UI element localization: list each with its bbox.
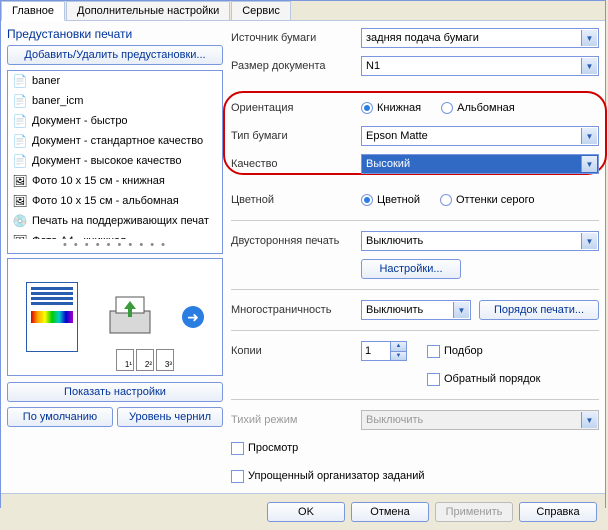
duplex-combo[interactable]: Выключить▼ <box>361 231 599 251</box>
quiet-mode-combo: Выключить▼ <box>361 410 599 430</box>
chevron-down-icon: ▼ <box>453 302 469 318</box>
checkbox-icon <box>231 470 244 483</box>
preset-item[interactable]: 📄 Документ - стандартное качество <box>8 131 222 151</box>
right-column: Источник бумаги задняя подача бумаги▼ Ра… <box>231 27 599 487</box>
checkbox-icon <box>427 345 440 358</box>
printer-icon <box>102 289 158 345</box>
disc-icon: 💿 <box>12 213 28 229</box>
doc-icon: 📄 <box>12 113 28 129</box>
reverse-order-checkbox[interactable]: Обратный порядок <box>427 373 540 386</box>
preset-item[interactable]: 🖼 Фото 10 x 15 см - альбомная <box>8 191 222 211</box>
chevron-down-icon: ▼ <box>581 233 597 249</box>
preset-label: Документ - высокое качество <box>32 155 181 167</box>
preset-list[interactable]: 📄 baner 📄 baner_icm 📄 Документ - быстро 📄 До… <box>7 70 223 254</box>
radio-icon <box>361 194 373 206</box>
preset-label: Фото 10 x 15 см - книжная <box>32 175 165 187</box>
collate-checkbox[interactable]: Подбор <box>427 345 483 358</box>
copies-spinner[interactable]: 1 ▲▼ <box>361 341 407 361</box>
preset-item[interactable]: 💿 Печать на поддерживающих печат <box>8 211 222 231</box>
cancel-button[interactable]: Отмена <box>351 502 429 522</box>
apply-button: Применить <box>435 502 513 522</box>
tab-advanced[interactable]: Дополнительные настройки <box>66 1 230 20</box>
color-color-radio[interactable]: Цветной <box>361 194 420 206</box>
preset-item[interactable]: 🖼Фото A4 - альбомная <box>8 251 222 254</box>
paper-source-combo[interactable]: задняя подача бумаги▼ <box>361 28 599 48</box>
add-remove-presets-button[interactable]: Добавить/Удалить предустановки... <box>7 45 223 65</box>
ok-button[interactable]: OK <box>267 502 345 522</box>
scroll-indicator[interactable]: • • • • • • • • • • <box>8 239 222 251</box>
checkbox-icon <box>231 442 244 455</box>
photo-icon: 🖼 <box>12 173 28 189</box>
ink-levels-button[interactable]: Уровень чернил <box>117 407 223 427</box>
photo-icon: 🖼 <box>12 193 28 209</box>
show-settings-button[interactable]: Показать настройки <box>7 382 223 402</box>
multipage-combo[interactable]: Выключить▼ <box>361 300 471 320</box>
checkbox-icon <box>427 373 440 386</box>
duplex-label: Двусторонняя печать <box>231 235 361 247</box>
preset-label: Фото 10 x 15 см - альбомная <box>32 195 179 207</box>
preset-label: Печать на поддерживающих печат <box>32 215 209 227</box>
preset-label: Документ - стандартное качество <box>32 135 203 147</box>
preset-label: baner_icm <box>32 95 83 107</box>
photo-icon: 🖼 <box>12 253 28 254</box>
preset-label: baner <box>32 75 60 87</box>
multipage-label: Многостраничность <box>231 304 361 316</box>
copies-preview-icon: 1¹ 2² 3³ <box>116 349 174 371</box>
presets-title: Предустановки печати <box>7 27 223 41</box>
chevron-down-icon: ▼ <box>581 58 597 74</box>
preset-item[interactable]: 📄 baner_icm <box>8 91 222 111</box>
spin-up-icon[interactable]: ▲ <box>390 342 406 352</box>
page-order-button: Порядок печати... <box>479 300 599 320</box>
simple-organizer-checkbox[interactable]: Упрощенный организатор заданий <box>231 470 425 483</box>
chevron-down-icon: ▼ <box>581 128 597 144</box>
tab-bar: Главное Дополнительные настройки Сервис <box>1 1 605 21</box>
left-column: Предустановки печати Добавить/Удалить пр… <box>7 27 223 487</box>
doc-icon: 📄 <box>12 153 28 169</box>
copies-label: Копии <box>231 345 361 357</box>
chevron-down-icon: ▼ <box>581 156 597 172</box>
help-button[interactable]: Справка <box>519 502 597 522</box>
chevron-down-icon: ▼ <box>581 412 597 428</box>
chevron-down-icon: ▼ <box>581 30 597 46</box>
quiet-mode-label: Тихий режим <box>231 414 361 426</box>
paper-type-combo[interactable]: Epson Matte▼ <box>361 126 599 146</box>
preset-item[interactable]: 🖼 Фото 10 x 15 см - книжная <box>8 171 222 191</box>
preview-box: ➜ 1¹ 2² 3³ <box>7 258 223 376</box>
document-preview-icon <box>26 282 78 352</box>
doc-icon: 📄 <box>12 93 28 109</box>
doc-size-label: Размер документа <box>231 60 361 72</box>
preset-item[interactable]: 📄 Документ - высокое качество <box>8 151 222 171</box>
preset-label: Документ - быстро <box>32 115 128 127</box>
doc-icon: 📄 <box>12 73 28 89</box>
radio-icon <box>440 194 452 206</box>
spin-down-icon[interactable]: ▼ <box>390 352 406 361</box>
dialog-button-bar: OK Отмена Применить Справка <box>1 493 605 530</box>
color-grayscale-radio[interactable]: Оттенки серого <box>440 194 534 206</box>
print-dialog: Главное Дополнительные настройки Сервис … <box>0 0 606 508</box>
content-area: Предустановки печати Добавить/Удалить пр… <box>1 21 605 493</box>
arrow-right-icon: ➜ <box>182 306 204 328</box>
defaults-button[interactable]: По умолчанию <box>7 407 113 427</box>
paper-source-label: Источник бумаги <box>231 32 361 44</box>
tab-service[interactable]: Сервис <box>231 1 291 20</box>
doc-size-combo[interactable]: N1▼ <box>361 56 599 76</box>
tab-main[interactable]: Главное <box>1 1 65 21</box>
quality-combo[interactable]: Высокий▼ <box>361 154 599 174</box>
preview-checkbox[interactable]: Просмотр <box>231 442 298 455</box>
preset-item[interactable]: 📄 baner <box>8 71 222 91</box>
color-label: Цветной <box>231 194 361 206</box>
doc-icon: 📄 <box>12 133 28 149</box>
duplex-settings-button[interactable]: Настройки... <box>361 259 461 279</box>
preset-item[interactable]: 📄 Документ - быстро <box>8 111 222 131</box>
